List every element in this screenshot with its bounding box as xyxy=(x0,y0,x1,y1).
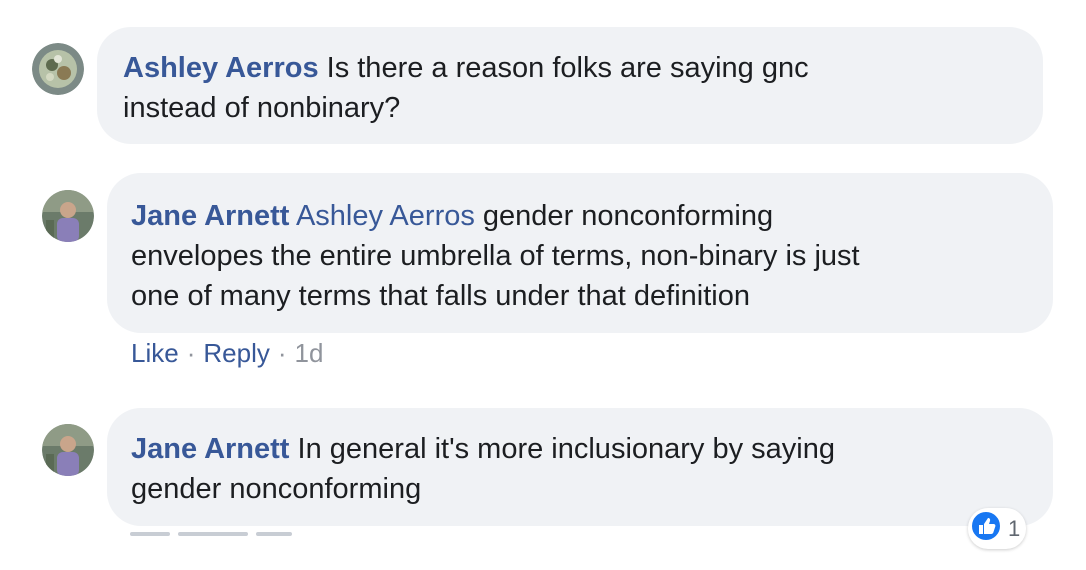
comment-bubble-1: Ashley Aerros Is there a reason folks ar… xyxy=(97,27,1043,144)
comment-actions: Like · Reply · 1d xyxy=(131,338,323,369)
comment-body-line: instead of nonbinary? xyxy=(123,92,401,124)
reaction-summary[interactable]: 1 xyxy=(968,508,1027,549)
comment-bubble-2: Jane Arnett Ashley Aerros gender nonconf… xyxy=(107,173,1053,333)
comment-author-link[interactable]: Jane Arnett xyxy=(131,433,289,465)
avatar-image xyxy=(32,43,84,95)
comment-bubble-3: Jane Arnett In general it's more inclusi… xyxy=(107,408,1053,526)
reply-link[interactable]: Reply xyxy=(203,338,269,369)
avatar-ashley-aerros[interactable] xyxy=(32,43,84,95)
comment-body-line: Is there a reason folks are saying gnc xyxy=(326,52,809,84)
comment-text-2: Jane Arnett Ashley Aerros gender nonconf… xyxy=(131,196,1029,316)
avatar-image xyxy=(42,190,94,242)
avatar-jane-arnett[interactable] xyxy=(42,424,94,476)
comment-text-3: Jane Arnett In general it's more inclusi… xyxy=(131,429,1029,509)
mention-link[interactable]: Ashley Aerros xyxy=(296,200,475,232)
like-link[interactable]: Like xyxy=(131,338,179,369)
comment-author-link[interactable]: Jane Arnett xyxy=(131,200,289,232)
reaction-count: 1 xyxy=(1008,515,1021,541)
separator-dot: · xyxy=(277,338,287,368)
timestamp-link[interactable]: 1d xyxy=(295,338,324,369)
comment-body-line: gender nonconforming xyxy=(131,473,422,505)
comment-body-line: In general it's more inclusionary by say… xyxy=(297,433,835,465)
comment-body-line: gender nonconforming xyxy=(482,200,774,232)
comment-text-1: Ashley Aerros Is there a reason folks ar… xyxy=(123,48,1017,128)
comment-author-link[interactable]: Ashley Aerros xyxy=(123,52,319,84)
comment-body-line: one of many terms that falls under that … xyxy=(131,280,751,312)
avatar-image xyxy=(42,424,94,476)
like-thumb-icon xyxy=(970,510,1002,547)
avatar-jane-arnett[interactable] xyxy=(42,190,94,242)
cut-off-action-row xyxy=(130,532,350,544)
comment-body-line: envelopes the entire umbrella of terms, … xyxy=(131,240,860,272)
separator-dot: · xyxy=(186,338,196,368)
